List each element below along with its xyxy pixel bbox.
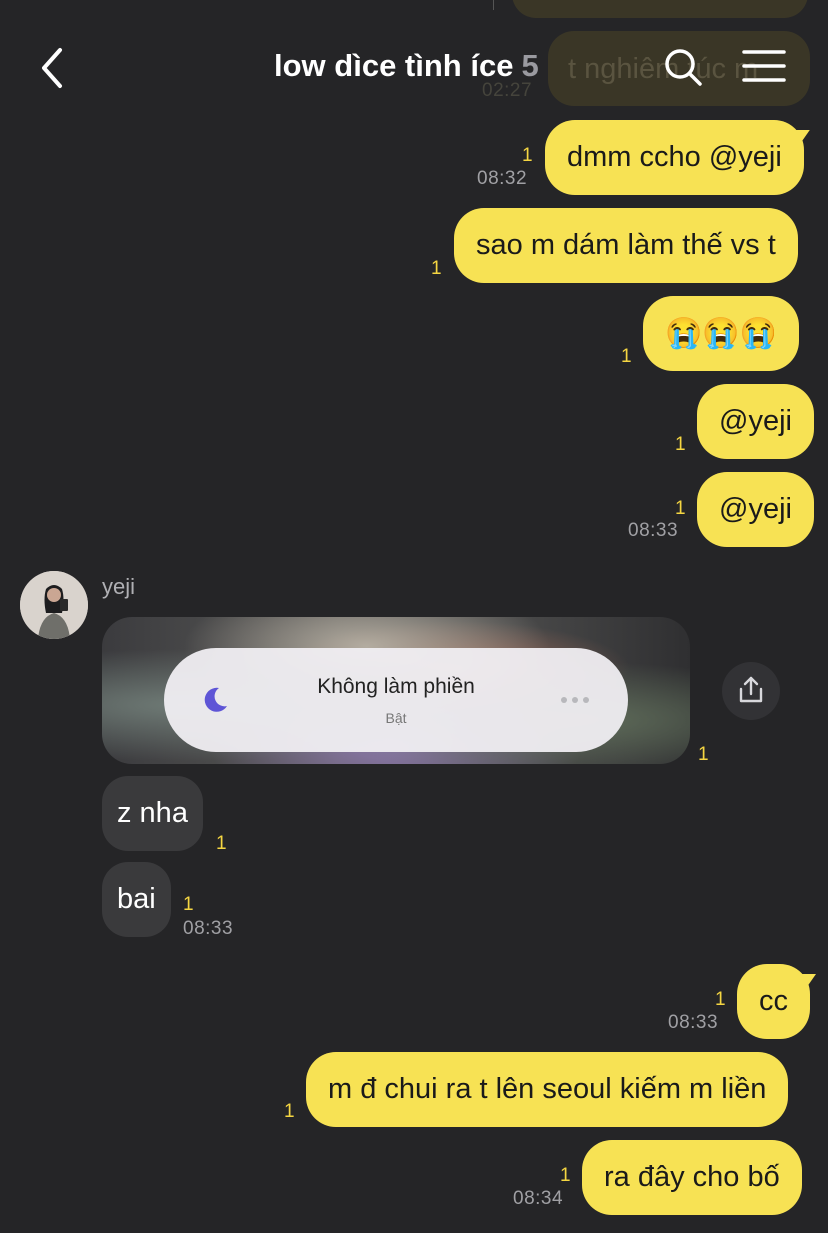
unread-count: 1	[284, 1101, 295, 1122]
my-message-bubble[interactable]: m đ chui ra t lên seoul kiếm m liền	[306, 1052, 789, 1127]
other-message-bubble[interactable]: z nha	[102, 776, 203, 851]
message-time: 08:32	[477, 168, 528, 189]
shared-image[interactable]: Không làm phiền Bật	[102, 617, 690, 764]
divider	[493, 0, 494, 10]
unread-count: 1	[183, 894, 194, 915]
avatar[interactable]	[20, 571, 88, 639]
search-button[interactable]	[662, 46, 704, 88]
my-message-bubble[interactable]: ra đây cho bố	[582, 1140, 802, 1215]
do-not-disturb-banner: Không làm phiền Bật	[164, 648, 628, 752]
unread-count: 1	[216, 833, 227, 854]
unread-count: 1	[698, 744, 709, 765]
message-time: 08:33	[628, 520, 679, 541]
sender-name: yeji	[102, 574, 136, 599]
message-time: 08:33	[668, 1012, 719, 1033]
unread-count: 1	[431, 258, 442, 279]
chat-title-text: low dìce tình íce	[274, 48, 514, 83]
other-message-bubble[interactable]: bai	[102, 862, 171, 937]
unread-count: 1	[621, 346, 632, 367]
share-icon	[739, 676, 763, 703]
unread-count: 1	[675, 498, 686, 519]
my-message-bubble[interactable]: @yeji	[697, 384, 814, 459]
my-message-bubble[interactable]: sao m dám làm thế vs t	[454, 208, 798, 283]
my-message-bubble[interactable]: @yeji	[697, 472, 814, 547]
banner-subtitle: Bật	[385, 710, 407, 726]
member-count: 5	[521, 48, 539, 83]
unread-count: 1	[715, 989, 726, 1010]
profile-photo	[20, 571, 88, 639]
my-message-bubble[interactable]: dmm ccho @yeji	[545, 120, 804, 195]
message-time: 08:33	[183, 918, 234, 939]
my-message-bubble[interactable]: 😭😭😭	[643, 296, 800, 371]
previous-message-bubble	[512, 0, 808, 18]
unread-count: 1	[560, 1165, 571, 1186]
hamburger-menu-icon	[742, 50, 786, 82]
message-time: 08:34	[513, 1188, 564, 1209]
more-dots-icon	[561, 697, 589, 703]
unread-count: 1	[675, 434, 686, 455]
chat-title: low dìce tình íce 5	[274, 48, 539, 84]
unread-count: 1	[522, 145, 533, 166]
back-button[interactable]	[34, 46, 74, 90]
menu-button[interactable]	[742, 49, 786, 85]
my-message-bubble[interactable]: cc	[737, 964, 810, 1039]
chevron-left-icon	[42, 48, 62, 88]
banner-title: Không làm phiền	[317, 675, 475, 698]
search-icon	[665, 49, 702, 86]
share-button[interactable]	[722, 662, 780, 720]
